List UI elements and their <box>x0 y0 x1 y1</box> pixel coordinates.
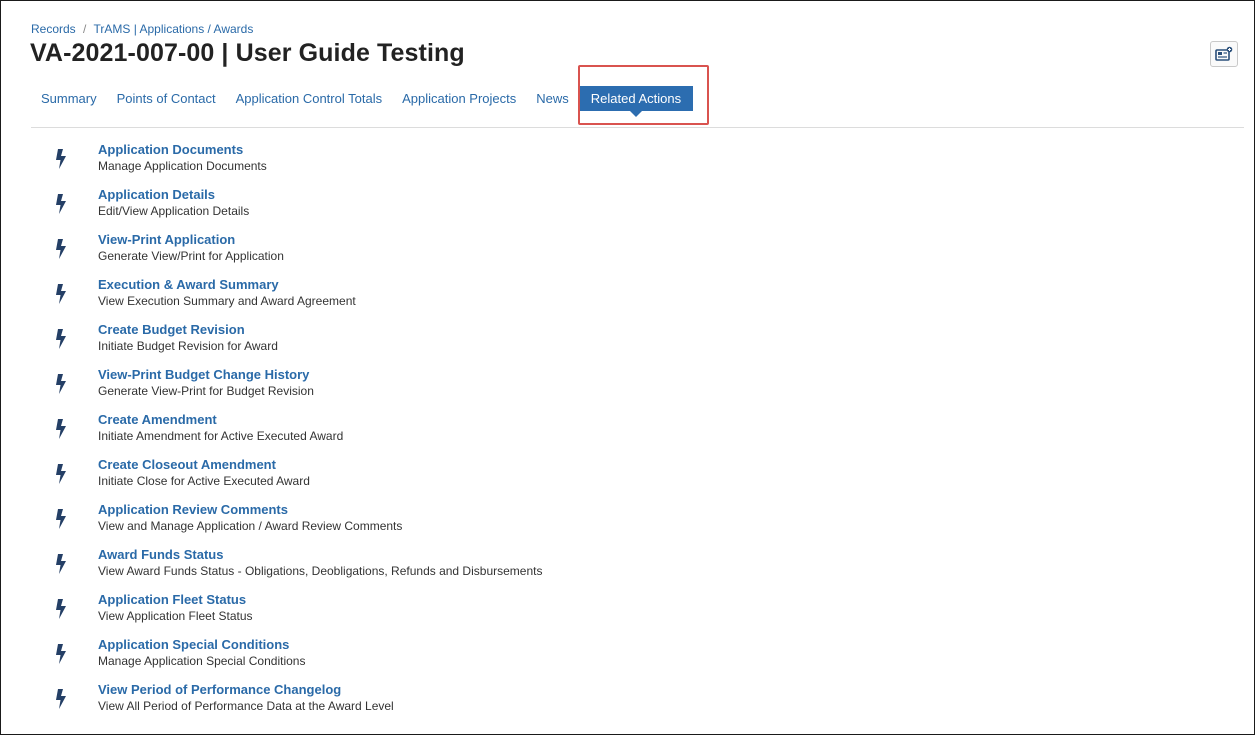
related-action-description: Initiate Amendment for Active Executed A… <box>98 429 344 443</box>
page-title: VA-2021-007-00 | User Guide Testing <box>30 39 465 67</box>
lightning-bolt-icon <box>56 329 66 349</box>
related-action-title[interactable]: Create Amendment <box>98 412 217 427</box>
lightning-bolt-icon <box>56 689 66 709</box>
tab-points-of-contact[interactable]: Points of Contact <box>107 86 226 111</box>
related-action-description: View and Manage Application / Award Revi… <box>98 519 403 533</box>
breadcrumb-applications-awards[interactable]: TrAMS | Applications / Awards <box>94 22 254 36</box>
related-action-description: View Award Funds Status - Obligations, D… <box>98 564 543 578</box>
related-action-item[interactable]: Execution & Award Summary View Execution … <box>1 276 901 316</box>
related-action-item[interactable]: View-Print Budget Change History Generate… <box>1 366 901 406</box>
related-action-title[interactable]: Application Details <box>98 187 215 202</box>
related-action-title[interactable]: View-Print Application <box>98 232 235 247</box>
lightning-bolt-icon <box>56 509 66 529</box>
lightning-bolt-icon <box>56 239 66 259</box>
lightning-bolt-icon <box>56 149 66 169</box>
tab-related-actions[interactable]: Related Actions <box>578 85 694 117</box>
related-action-description: Initiate Budget Revision for Award <box>98 339 278 353</box>
lightning-bolt-icon <box>56 599 66 619</box>
related-action-title[interactable]: Application Documents <box>98 142 243 157</box>
related-action-item[interactable]: Create Closeout Amendment Initiate Close … <box>1 456 901 496</box>
related-action-description: View Application Fleet Status <box>98 609 253 623</box>
related-action-description: View All Period of Performance Data at t… <box>98 699 394 713</box>
app-frame: Records / TrAMS | Applications / Awards … <box>0 0 1255 735</box>
related-action-description: View Execution Summary and Award Agreeme… <box>98 294 356 308</box>
related-action-title[interactable]: Application Review Comments <box>98 502 288 517</box>
related-action-title[interactable]: View-Print Budget Change History <box>98 367 309 382</box>
related-action-item[interactable]: Application Review Comments View and Mana… <box>1 501 901 541</box>
tab-news[interactable]: News <box>526 86 573 111</box>
related-action-item[interactable]: View Period of Performance Changelog View… <box>1 681 901 721</box>
related-action-title[interactable]: View Period of Performance Changelog <box>98 682 341 697</box>
tab-summary[interactable]: Summary <box>31 86 107 111</box>
lightning-bolt-icon <box>56 284 66 304</box>
breadcrumb-separator: / <box>83 22 87 36</box>
related-action-title[interactable]: Award Funds Status <box>98 547 223 562</box>
tab-application-projects[interactable]: Application Projects <box>392 86 526 111</box>
related-action-item[interactable]: Create Budget Revision Initiate Budget Re… <box>1 321 901 361</box>
tab-application-control-totals[interactable]: Application Control Totals <box>226 86 392 111</box>
related-action-description: Manage Application Special Conditions <box>98 654 306 668</box>
lightning-bolt-icon <box>56 554 66 574</box>
related-action-title[interactable]: Application Fleet Status <box>98 592 246 607</box>
news-button[interactable] <box>1210 41 1238 67</box>
related-action-item[interactable]: Create Amendment Initiate Amendment for A… <box>1 411 901 451</box>
lightning-bolt-icon <box>56 644 66 664</box>
lightning-bolt-icon <box>56 374 66 394</box>
related-action-title[interactable]: Execution & Award Summary <box>98 277 279 292</box>
tab-bar: Summary Points of Contact Application Co… <box>31 85 694 117</box>
related-action-title[interactable]: Create Budget Revision <box>98 322 245 337</box>
related-action-item[interactable]: Award Funds Status View Award Funds Statu… <box>1 546 901 586</box>
breadcrumb: Records / TrAMS | Applications / Awards <box>31 22 253 36</box>
related-action-item[interactable]: View-Print Application Generate View/Prin… <box>1 231 901 271</box>
news-icon <box>1215 46 1233 61</box>
related-action-item[interactable]: Application Details Edit/View Application… <box>1 186 901 226</box>
related-action-item[interactable]: Application Special Conditions Manage App… <box>1 636 901 676</box>
related-action-description: Edit/View Application Details <box>98 204 250 218</box>
related-action-description: Generate View/Print for Application <box>98 249 284 263</box>
breadcrumb-records[interactable]: Records <box>31 22 76 36</box>
related-action-item[interactable]: Application Documents Manage Application … <box>1 141 901 181</box>
divider <box>31 127 1244 128</box>
lightning-bolt-icon <box>56 194 66 214</box>
related-action-title[interactable]: Application Special Conditions <box>98 637 289 652</box>
related-action-title[interactable]: Create Closeout Amendment <box>98 457 276 472</box>
related-action-description: Initiate Close for Active Executed Award <box>98 474 310 488</box>
related-action-item[interactable]: Application Fleet Status View Application… <box>1 591 901 631</box>
related-action-description: Generate View-Print for Budget Revision <box>98 384 314 398</box>
lightning-bolt-icon <box>56 419 66 439</box>
related-action-description: Manage Application Documents <box>98 159 267 173</box>
lightning-bolt-icon <box>56 464 66 484</box>
